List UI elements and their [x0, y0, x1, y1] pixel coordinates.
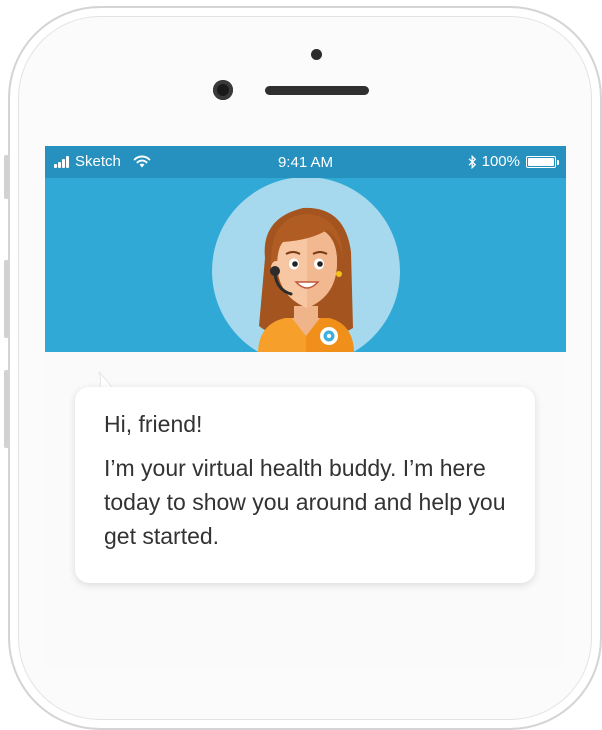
- assistant-avatar: [212, 178, 400, 352]
- bluetooth-icon: [468, 154, 476, 169]
- hero-banner: [45, 178, 566, 352]
- earpiece-speaker: [265, 86, 369, 95]
- greeting-text: Hi, friend!: [104, 411, 203, 437]
- battery-percent: 100%: [481, 153, 520, 170]
- status-bar: Sketch 9:41 AM 100%: [45, 146, 566, 178]
- battery-fill: [528, 157, 554, 166]
- phone-screen: Sketch 9:41 AM 100% Hi, friend! I’m your…: [45, 146, 566, 666]
- volume-down-button: [4, 370, 9, 448]
- volume-up-button: [4, 260, 9, 338]
- intro-text: I’m your virtual health buddy. I’m here …: [104, 455, 506, 549]
- chat-bubble: Hi, friend! I’m your virtual health budd…: [75, 387, 535, 583]
- front-camera: [213, 80, 233, 100]
- battery-icon: [526, 155, 559, 168]
- mute-switch: [4, 155, 9, 199]
- proximity-sensor: [311, 49, 322, 60]
- chat-message: Hi, friend! I’m your virtual health budd…: [104, 407, 514, 553]
- status-right: 100%: [468, 153, 559, 170]
